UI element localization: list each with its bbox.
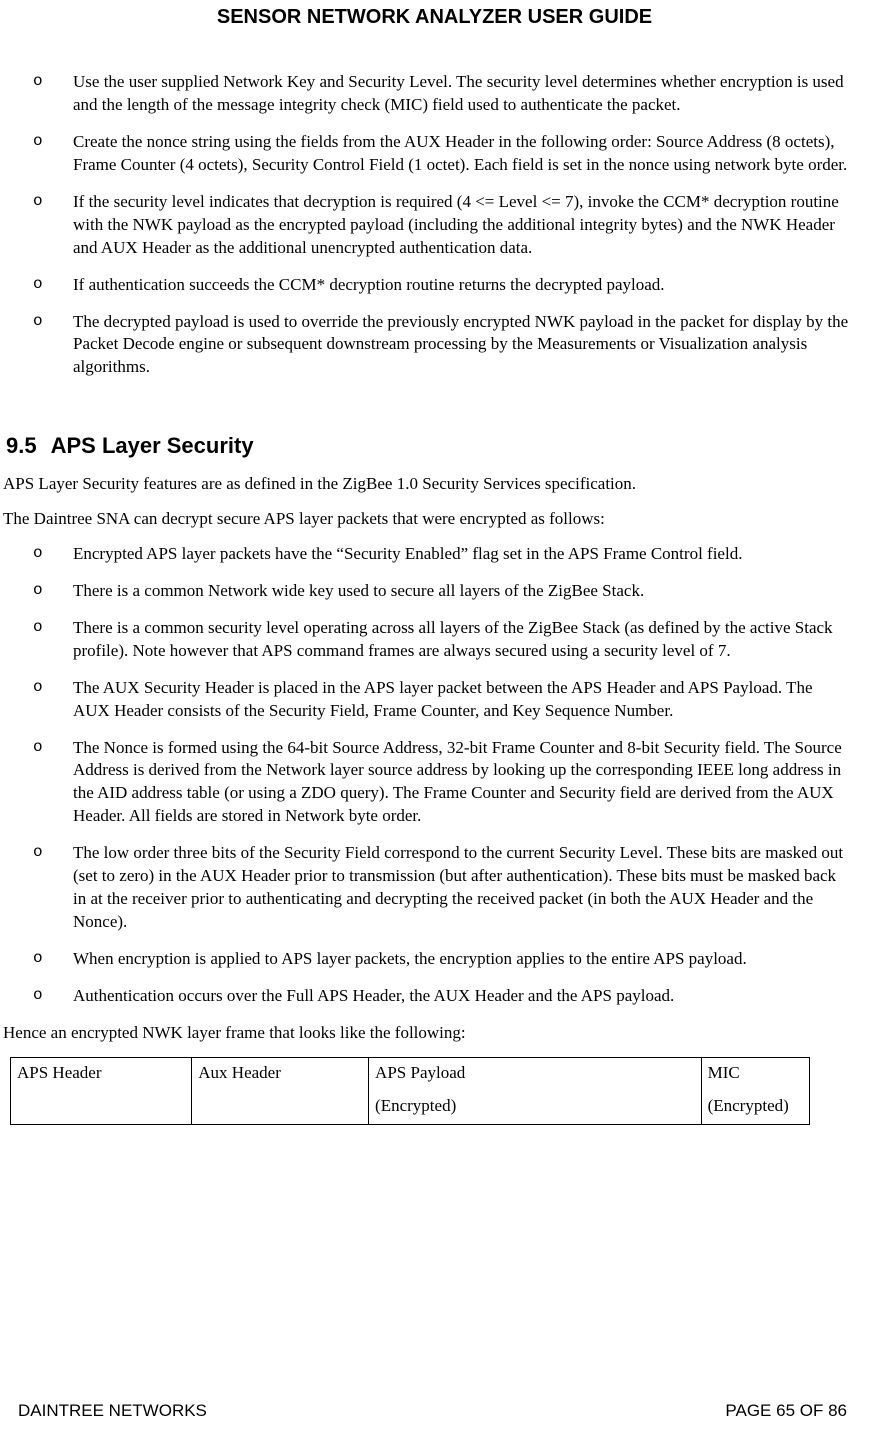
list-item: If the security level indicates that dec… <box>0 191 851 260</box>
list-item: There is a common Network wide key used … <box>0 580 851 603</box>
list-item: Authentication occurs over the Full APS … <box>0 985 851 1008</box>
frame-layout-table: APS Header Aux Header APS Payload (Encry… <box>10 1057 810 1125</box>
list-item: The Nonce is formed using the 64-bit Sou… <box>0 737 851 829</box>
bullet-list-1: Use the user supplied Network Key and Se… <box>0 71 851 379</box>
section-heading: 9.5 APS Layer Security <box>0 431 851 461</box>
table-cell-aux-header: Aux Header <box>192 1057 369 1124</box>
footer-company: DAINTREE NETWORKS <box>18 1400 207 1423</box>
table-cell-mic: MIC (Encrypted) <box>701 1057 809 1124</box>
list-item: Encrypted APS layer packets have the “Se… <box>0 543 851 566</box>
table-cell-line2: (Encrypted) <box>708 1095 803 1118</box>
table-row: APS Header Aux Header APS Payload (Encry… <box>11 1057 810 1124</box>
table-cell-aps-header: APS Header <box>11 1057 192 1124</box>
table-cell-line1: MIC <box>708 1063 740 1082</box>
list-item: The AUX Security Header is placed in the… <box>0 677 851 723</box>
list-item: The low order three bits of the Security… <box>0 842 851 934</box>
list-item: There is a common security level operati… <box>0 617 851 663</box>
page-header-title: SENSOR NETWORK ANALYZER USER GUIDE <box>0 0 869 71</box>
page-footer: DAINTREE NETWORKS PAGE 65 OF 86 <box>0 1400 869 1423</box>
list-item: If authentication succeeds the CCM* decr… <box>0 274 851 297</box>
table-cell-line1: APS Payload <box>375 1063 465 1082</box>
list-item: The decrypted payload is used to overrid… <box>0 311 851 380</box>
section-number: 9.5 <box>6 431 37 461</box>
table-cell-aps-payload: APS Payload (Encrypted) <box>369 1057 702 1124</box>
section-title: APS Layer Security <box>51 433 254 458</box>
table-cell-line2: (Encrypted) <box>375 1095 695 1118</box>
list-item: Use the user supplied Network Key and Se… <box>0 71 851 117</box>
footer-page-number: PAGE 65 OF 86 <box>725 1400 847 1423</box>
bullet-list-2: Encrypted APS layer packets have the “Se… <box>0 543 851 1008</box>
paragraph: The Daintree SNA can decrypt secure APS … <box>0 508 851 531</box>
paragraph: APS Layer Security features are as defin… <box>0 473 851 496</box>
list-item: When encryption is applied to APS layer … <box>0 948 851 971</box>
table-intro-text: Hence an encrypted NWK layer frame that … <box>0 1022 851 1045</box>
list-item: Create the nonce string using the fields… <box>0 131 851 177</box>
